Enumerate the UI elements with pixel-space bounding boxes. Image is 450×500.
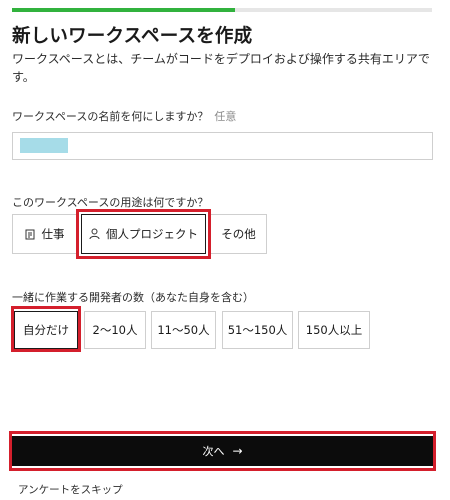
- team-size-option-label: 2〜10人: [92, 323, 138, 337]
- team-size-option-11-50[interactable]: 11〜50人: [151, 311, 216, 349]
- arrow-right-icon: →: [232, 444, 243, 458]
- team-size-option-2-10[interactable]: 2〜10人: [84, 311, 146, 349]
- team-size-option-label: 51〜150人: [227, 323, 288, 337]
- next-button-label: 次へ: [202, 445, 225, 458]
- team-size-option-label: 150人以上: [305, 323, 363, 337]
- team-size-option-51-150[interactable]: 51〜150人: [222, 311, 293, 349]
- purpose-label: このワークスペースの用途は何ですか？: [12, 196, 209, 209]
- workspace-name-label: ワークスペースの名前を何にしますか？ 任意: [12, 108, 236, 124]
- team-size-label: 一緒に作業する開発者の数（あなた自身を含む）: [12, 291, 254, 304]
- page-description: ワークスペースとは、チームがコードをデプロイおよび操作する共有エリアです。: [12, 52, 430, 84]
- purpose-option-other[interactable]: その他: [210, 214, 267, 254]
- workspace-name-question: ワークスペースの名前を何にしますか？: [12, 110, 209, 123]
- purpose-option-personal-project[interactable]: 個人プロジェクト: [81, 214, 206, 254]
- purpose-option-work[interactable]: 仕事: [12, 214, 77, 254]
- next-button[interactable]: 次へ →: [12, 436, 433, 466]
- briefcase-icon: [25, 229, 34, 239]
- skip-survey-link[interactable]: アンケートをスキップ: [18, 482, 123, 497]
- progress-bar: [12, 8, 432, 12]
- team-size-option-just-me[interactable]: 自分だけ: [14, 311, 78, 349]
- workspace-name-input[interactable]: [12, 132, 433, 160]
- purpose-option-label: 個人プロジェクト: [106, 227, 198, 241]
- page-title: 新しいワークスペースを作成: [12, 26, 253, 47]
- redacted-value: [20, 138, 68, 153]
- purpose-option-label: その他: [221, 227, 256, 241]
- person-icon: [89, 228, 100, 240]
- team-size-option-label: 11〜50人: [157, 323, 210, 337]
- progress-fill: [12, 8, 235, 12]
- team-size-option-150-plus[interactable]: 150人以上: [298, 311, 370, 349]
- purpose-option-label: 仕事: [41, 227, 65, 241]
- team-size-option-label: 自分だけ: [23, 323, 69, 337]
- optional-hint: 任意: [214, 110, 237, 123]
